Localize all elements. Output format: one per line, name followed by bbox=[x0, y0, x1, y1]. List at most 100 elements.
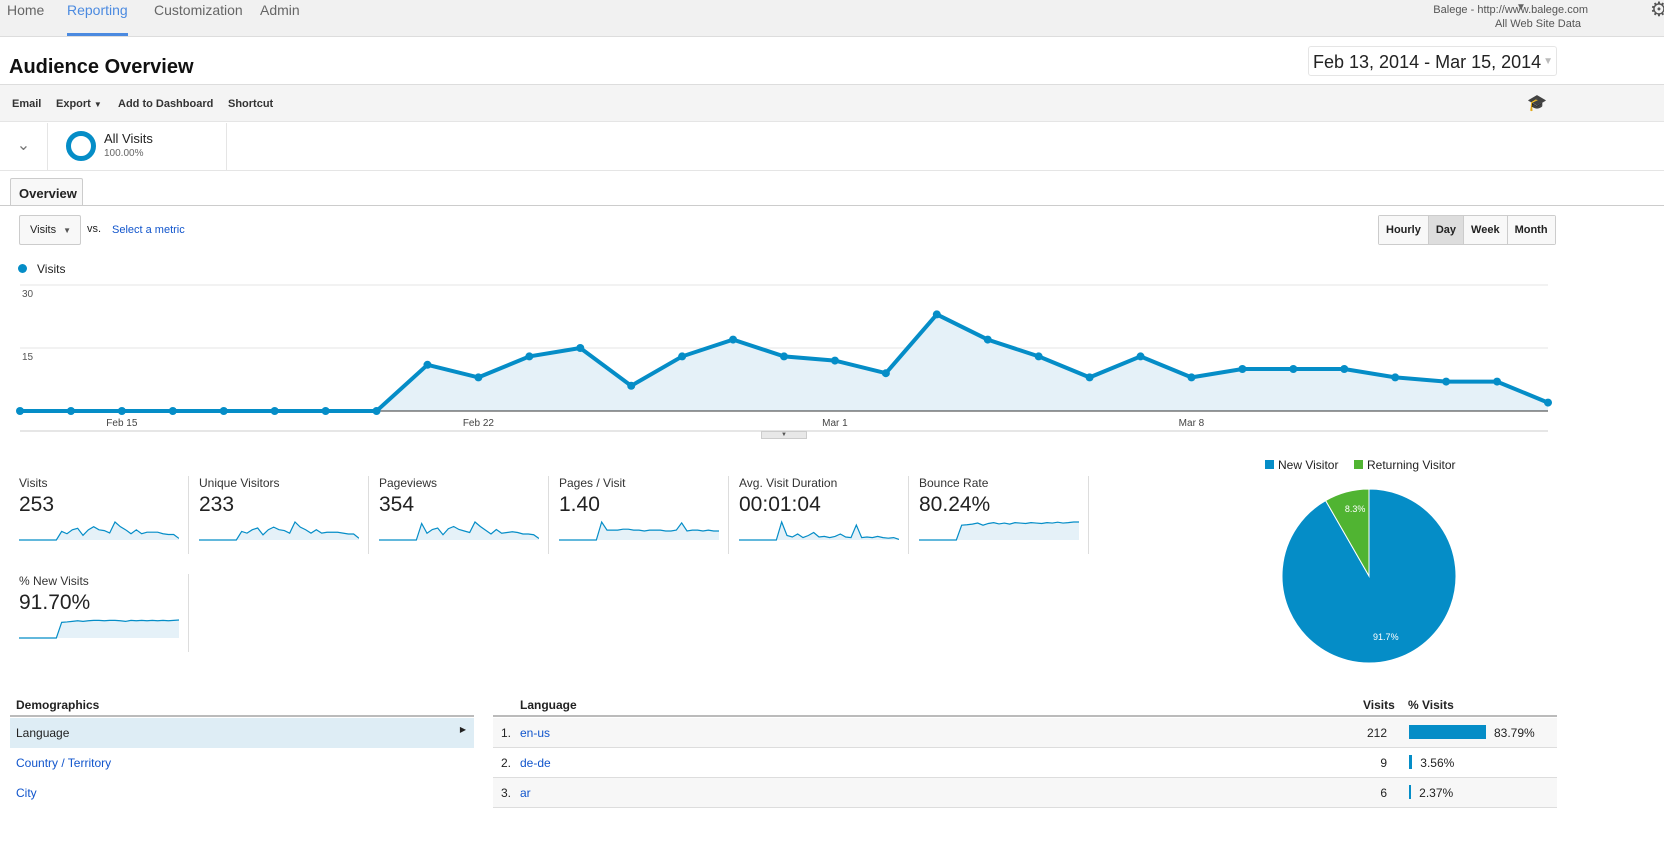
toolbar: Email Export ▼ Add to Dashboard Shortcut… bbox=[0, 84, 1664, 122]
data-point bbox=[932, 310, 941, 319]
graduation-cap-icon[interactable]: 🎓 bbox=[1527, 93, 1547, 113]
data-point bbox=[168, 407, 177, 415]
nav-reporting[interactable]: Reporting bbox=[67, 2, 128, 36]
week-button[interactable]: Week bbox=[1463, 216, 1507, 244]
visitor-type-pie-chart: New Visitor Returning Visitor 91.7% 8.3% bbox=[1265, 458, 1457, 664]
sparkline bbox=[379, 521, 539, 541]
data-point bbox=[270, 407, 279, 415]
caret-down-icon: ▼ bbox=[93, 100, 102, 109]
account-dropdown-icon[interactable]: ▼ bbox=[1516, 2, 1526, 13]
x-tick-label: Feb 22 bbox=[463, 418, 495, 429]
data-point bbox=[627, 381, 636, 390]
data-point bbox=[1085, 373, 1094, 382]
export-button[interactable]: Export ▼ bbox=[56, 98, 102, 110]
metric-value: 1.40 bbox=[559, 493, 600, 516]
row-language-link[interactable]: en-us bbox=[520, 726, 550, 740]
gear-icon[interactable]: ⚙ bbox=[1650, 0, 1664, 22]
data-point bbox=[1187, 373, 1196, 382]
metric--new-visits[interactable]: % New Visits 91.70% bbox=[19, 574, 189, 652]
legend-dot-icon bbox=[18, 264, 27, 273]
sparkline-fill bbox=[379, 522, 539, 540]
row-pct: 2.37% bbox=[1419, 786, 1454, 800]
metric-label: Bounce Rate bbox=[919, 476, 989, 490]
metric-select[interactable]: Visits ▼ bbox=[19, 215, 81, 245]
chart-resize-handle[interactable]: ▼ bbox=[761, 431, 807, 439]
data-point bbox=[1034, 352, 1043, 361]
metric-label: Pageviews bbox=[379, 476, 438, 490]
row-visits: 6 bbox=[1380, 786, 1387, 800]
demographics-title: Demographics bbox=[16, 698, 100, 712]
metric-label: Pages / Visit bbox=[559, 476, 626, 490]
x-tick-label: Feb 15 bbox=[106, 418, 138, 429]
select-metric-link[interactable]: Select a metric bbox=[112, 224, 185, 236]
metric-value: 00:01:04 bbox=[739, 493, 821, 516]
pct-bar bbox=[1409, 725, 1486, 739]
row-language-link[interactable]: de-de bbox=[520, 756, 551, 770]
data-point bbox=[983, 335, 992, 344]
data-point bbox=[474, 373, 483, 382]
data-point bbox=[66, 407, 75, 415]
divider bbox=[0, 205, 1664, 206]
row-visits: 9 bbox=[1380, 756, 1387, 770]
hourly-button[interactable]: Hourly bbox=[1379, 216, 1428, 244]
pct-bar bbox=[1409, 785, 1412, 799]
row-pct: 83.79% bbox=[1494, 726, 1535, 740]
sparkline bbox=[919, 521, 1079, 541]
legend-swatch-returning bbox=[1354, 460, 1363, 469]
metric-pageviews[interactable]: Pageviews 354 bbox=[379, 476, 549, 554]
metric-bounce-rate[interactable]: Bounce Rate 80.24% bbox=[919, 476, 1089, 554]
segment-name[interactable]: All Visits bbox=[104, 131, 153, 146]
data-point bbox=[1493, 377, 1502, 386]
metric-label: Unique Visitors bbox=[199, 476, 280, 490]
tab-overview[interactable]: Overview bbox=[10, 178, 83, 206]
vs-label: vs. bbox=[87, 223, 102, 235]
slice-label: 91.7% bbox=[1373, 632, 1399, 642]
row-pct: 3.56% bbox=[1420, 756, 1455, 770]
day-button[interactable]: Day bbox=[1427, 216, 1464, 244]
data-point bbox=[16, 407, 24, 415]
metric-visits[interactable]: Visits 253 bbox=[19, 476, 189, 554]
nav-customization[interactable]: Customization bbox=[154, 2, 243, 18]
sparkline bbox=[559, 520, 719, 541]
row-language-link[interactable]: ar bbox=[520, 786, 531, 800]
account-selector[interactable]: Balege - http://www.balege.com All Web S… bbox=[1433, 3, 1588, 31]
export-label: Export bbox=[56, 98, 91, 110]
segment-percent: 100.00% bbox=[104, 148, 144, 159]
table-row: 3. ar 6 2.37% bbox=[493, 778, 1557, 808]
nav-home[interactable]: Home bbox=[7, 2, 44, 18]
data-point bbox=[423, 360, 432, 369]
data-point bbox=[830, 356, 839, 365]
metric-avg-visit-duration[interactable]: Avg. Visit Duration 00:01:04 bbox=[739, 476, 909, 554]
metric-label: Visits bbox=[19, 476, 48, 490]
y-tick-label: 30 bbox=[22, 289, 34, 300]
demographics-item-city[interactable]: City bbox=[16, 786, 37, 800]
date-range-picker[interactable]: Feb 13, 2014 - Mar 15, 2014 ▼ bbox=[1308, 46, 1557, 76]
table-row: 1. en-us 212 83.79% bbox=[493, 718, 1557, 748]
language-table-header: Language Visits % Visits bbox=[493, 698, 1557, 717]
segment-donut-icon bbox=[66, 131, 96, 161]
metric-unique-visitors[interactable]: Unique Visitors 233 bbox=[199, 476, 369, 554]
demographics-item-language[interactable]: Language ▶ bbox=[10, 718, 474, 748]
chevron-down-icon: ▼ bbox=[1543, 56, 1553, 67]
shortcut-button[interactable]: Shortcut bbox=[228, 98, 273, 110]
y-tick-label: 15 bbox=[22, 352, 34, 363]
sparkline-fill bbox=[559, 522, 719, 540]
sparkline-fill bbox=[919, 522, 1079, 540]
row-rank: 3. bbox=[501, 786, 512, 800]
nav-admin[interactable]: Admin bbox=[260, 2, 300, 18]
metric-select-value: Visits bbox=[30, 224, 57, 236]
col-language: Language bbox=[520, 698, 577, 712]
legend-visits: Visits bbox=[37, 262, 66, 276]
segment-toggle-chevron-icon[interactable]: ⌄ bbox=[0, 123, 48, 170]
data-point bbox=[1238, 365, 1247, 373]
sparkline bbox=[739, 520, 899, 541]
demographics-item-country[interactable]: Country / Territory bbox=[16, 756, 111, 770]
month-button[interactable]: Month bbox=[1506, 216, 1555, 244]
data-point bbox=[1391, 373, 1400, 382]
legend-returning-visitor: Returning Visitor bbox=[1367, 458, 1456, 472]
col-visits: Visits bbox=[1363, 698, 1395, 712]
add-to-dashboard-button[interactable]: Add to Dashboard bbox=[118, 98, 213, 110]
email-button[interactable]: Email bbox=[12, 98, 41, 110]
metric-pages-visit[interactable]: Pages / Visit 1.40 bbox=[559, 476, 729, 554]
row-rank: 2. bbox=[501, 756, 512, 770]
